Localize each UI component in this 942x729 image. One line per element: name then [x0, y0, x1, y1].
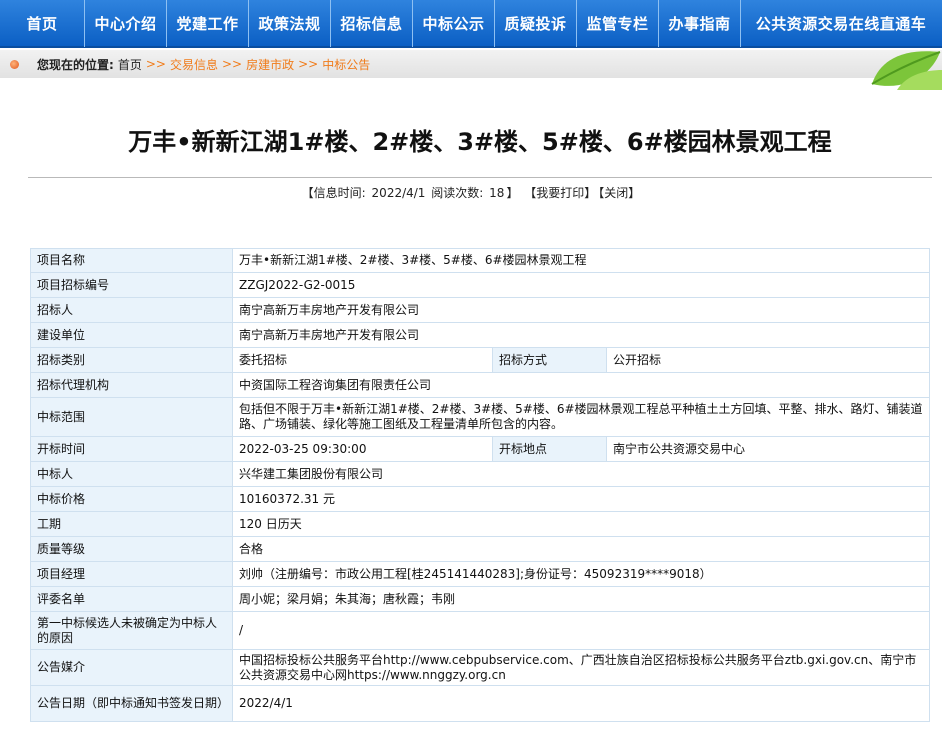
- builder-value: 南宁高新万丰房地产开发有限公司: [232, 322, 930, 348]
- leaf-decoration-icon: [871, 51, 942, 90]
- tender-method-label: 招标方式: [492, 347, 607, 373]
- info-time-label: 【信息时间:: [301, 186, 366, 200]
- table-row: 中标范围 包括但不限于万丰•新新江湖1#楼、2#楼、3#楼、5#楼、6#楼园林景…: [30, 397, 930, 437]
- table-row: 开标时间 2022-03-25 09:30:00 开标地点 南宁市公共资源交易中…: [30, 436, 930, 462]
- read-count-label: 阅读次数:: [431, 186, 484, 200]
- tender-type-value: 委托招标: [232, 347, 493, 373]
- top-navigation: 首页 中心介绍 党建工作 政策法规 招标信息 中标公示 质疑投诉 监管专栏 办事…: [0, 0, 942, 48]
- meta-close-bracket: 】: [506, 186, 519, 200]
- open-place-value: 南宁市公共资源交易中心: [606, 436, 930, 462]
- tender-type-label: 招标类别: [30, 347, 233, 373]
- breadcrumb: 您现在的位置: 首页 >> 交易信息 >> 房建市政 >> 中标公告: [0, 50, 942, 78]
- nav-award-notice[interactable]: 中标公示: [413, 0, 495, 47]
- table-row: 中标人 兴华建工集团股份有限公司: [30, 461, 930, 487]
- nav-online-express[interactable]: 公共资源交易在线直通车: [741, 0, 941, 47]
- breadcrumb-separator: >>: [145, 57, 166, 71]
- breadcrumb-lead: 您现在的位置:: [37, 57, 114, 72]
- winner-label: 中标人: [30, 461, 233, 487]
- price-label: 中标价格: [30, 486, 233, 512]
- award-info-table: 项目名称 万丰•新新江湖1#楼、2#楼、3#楼、5#楼、6#楼园林景观工程 项目…: [30, 248, 930, 722]
- table-row: 招标类别 委托招标 招标方式 公开招标: [30, 347, 930, 373]
- notice-date-label: 公告日期（即中标通知书签发日期）: [30, 685, 233, 722]
- table-row: 招标人 南宁高新万丰房地产开发有限公司: [30, 297, 930, 323]
- info-time: 2022/4/1: [371, 186, 426, 200]
- table-row: 公告媒介 中国招标投标公共服务平台http://www.cebpubservic…: [30, 649, 930, 686]
- title-divider: [28, 177, 932, 178]
- breadcrumb-trade-info[interactable]: 交易信息: [170, 56, 218, 73]
- scope-label: 中标范围: [30, 397, 233, 437]
- manager-value: 刘帅（注册编号：市政公用工程[桂245141440283];身份证号：45092…: [232, 561, 930, 587]
- table-row: 建设单位 南宁高新万丰房地产开发有限公司: [30, 322, 930, 348]
- notice-date-value: 2022/4/1: [232, 685, 930, 722]
- table-row: 招标代理机构 中资国际工程咨询集团有限责任公司: [30, 372, 930, 398]
- committee-label: 评委名单: [30, 586, 233, 612]
- open-time-label: 开标时间: [30, 436, 233, 462]
- table-row: 评委名单 周小妮；梁月娟；朱其海；唐秋霞；韦刚: [30, 586, 930, 612]
- open-time-value: 2022-03-25 09:30:00: [232, 436, 493, 462]
- table-row: 公告日期（即中标通知书签发日期） 2022/4/1: [30, 685, 930, 722]
- table-row: 项目名称 万丰•新新江湖1#楼、2#楼、3#楼、5#楼、6#楼园林景观工程: [30, 248, 930, 273]
- table-row: 项目招标编号 ZZGJ2022-G2-0015: [30, 272, 930, 298]
- info-meta: 【信息时间: 2022/4/1 阅读次数: 18】 【我要打印】 【关闭】: [0, 184, 942, 201]
- agency-label: 招标代理机构: [30, 372, 233, 398]
- table-row: 工期 120 日历天: [30, 511, 930, 537]
- nav-tender-info[interactable]: 招标信息: [331, 0, 413, 47]
- manager-label: 项目经理: [30, 561, 233, 587]
- nav-guide[interactable]: 办事指南: [659, 0, 741, 47]
- winner-value: 兴华建工集团股份有限公司: [232, 461, 930, 487]
- breadcrumb-separator: >>: [298, 57, 319, 71]
- period-label: 工期: [30, 511, 233, 537]
- media-value: 中国招标投标公共服务平台http://www.cebpubservice.com…: [232, 649, 930, 686]
- project-code-value: ZZGJ2022-G2-0015: [232, 272, 930, 298]
- print-link[interactable]: 【我要打印】: [524, 186, 596, 200]
- table-row: 质量等级 合格: [30, 536, 930, 562]
- breadcrumb-home[interactable]: 首页: [118, 56, 142, 73]
- media-label: 公告媒介: [30, 649, 233, 686]
- first-reason-label: 第一中标候选人未被确定为中标人的原因: [30, 611, 233, 650]
- agency-value: 中资国际工程咨询集团有限责任公司: [232, 372, 930, 398]
- nav-policy[interactable]: 政策法规: [249, 0, 331, 47]
- tenderer-label: 招标人: [30, 297, 233, 323]
- quality-label: 质量等级: [30, 536, 233, 562]
- tender-method-value: 公开招标: [606, 347, 930, 373]
- table-row: 第一中标候选人未被确定为中标人的原因 /: [30, 611, 930, 650]
- scope-value: 包括但不限于万丰•新新江湖1#楼、2#楼、3#楼、5#楼、6#楼园林景观工程总平…: [232, 397, 930, 437]
- breadcrumb-building[interactable]: 房建市政: [246, 56, 294, 73]
- project-name-label: 项目名称: [30, 248, 233, 273]
- location-dot-icon: [10, 59, 19, 69]
- breadcrumb-separator: >>: [221, 57, 243, 71]
- first-reason-value: /: [232, 611, 930, 650]
- tenderer-value: 南宁高新万丰房地产开发有限公司: [232, 297, 930, 323]
- page-title: 万丰•新新江湖1#楼、2#楼、3#楼、5#楼、6#楼园林景观工程: [128, 128, 832, 156]
- nav-home[interactable]: 首页: [0, 0, 85, 47]
- read-count: 18: [489, 186, 505, 200]
- table-row: 项目经理 刘帅（注册编号：市政公用工程[桂245141440283];身份证号：…: [30, 561, 930, 587]
- project-name-value: 万丰•新新江湖1#楼、2#楼、3#楼、5#楼、6#楼园林景观工程: [232, 248, 930, 273]
- open-place-label: 开标地点: [492, 436, 607, 462]
- price-value: 10160372.31 元: [232, 486, 930, 512]
- committee-value: 周小妮；梁月娟；朱其海；唐秋霞；韦刚: [232, 586, 930, 612]
- close-link[interactable]: 【关闭】: [598, 186, 640, 200]
- breadcrumb-award[interactable]: 中标公告: [322, 56, 370, 73]
- nav-party-work[interactable]: 党建工作: [167, 0, 249, 47]
- quality-value: 合格: [232, 536, 930, 562]
- nav-complaint[interactable]: 质疑投诉: [495, 0, 577, 47]
- nav-center-intro[interactable]: 中心介绍: [85, 0, 167, 47]
- period-value: 120 日历天: [232, 511, 930, 537]
- builder-label: 建设单位: [30, 322, 233, 348]
- table-row: 中标价格 10160372.31 元: [30, 486, 930, 512]
- project-code-label: 项目招标编号: [30, 272, 233, 298]
- nav-supervision[interactable]: 监管专栏: [577, 0, 659, 47]
